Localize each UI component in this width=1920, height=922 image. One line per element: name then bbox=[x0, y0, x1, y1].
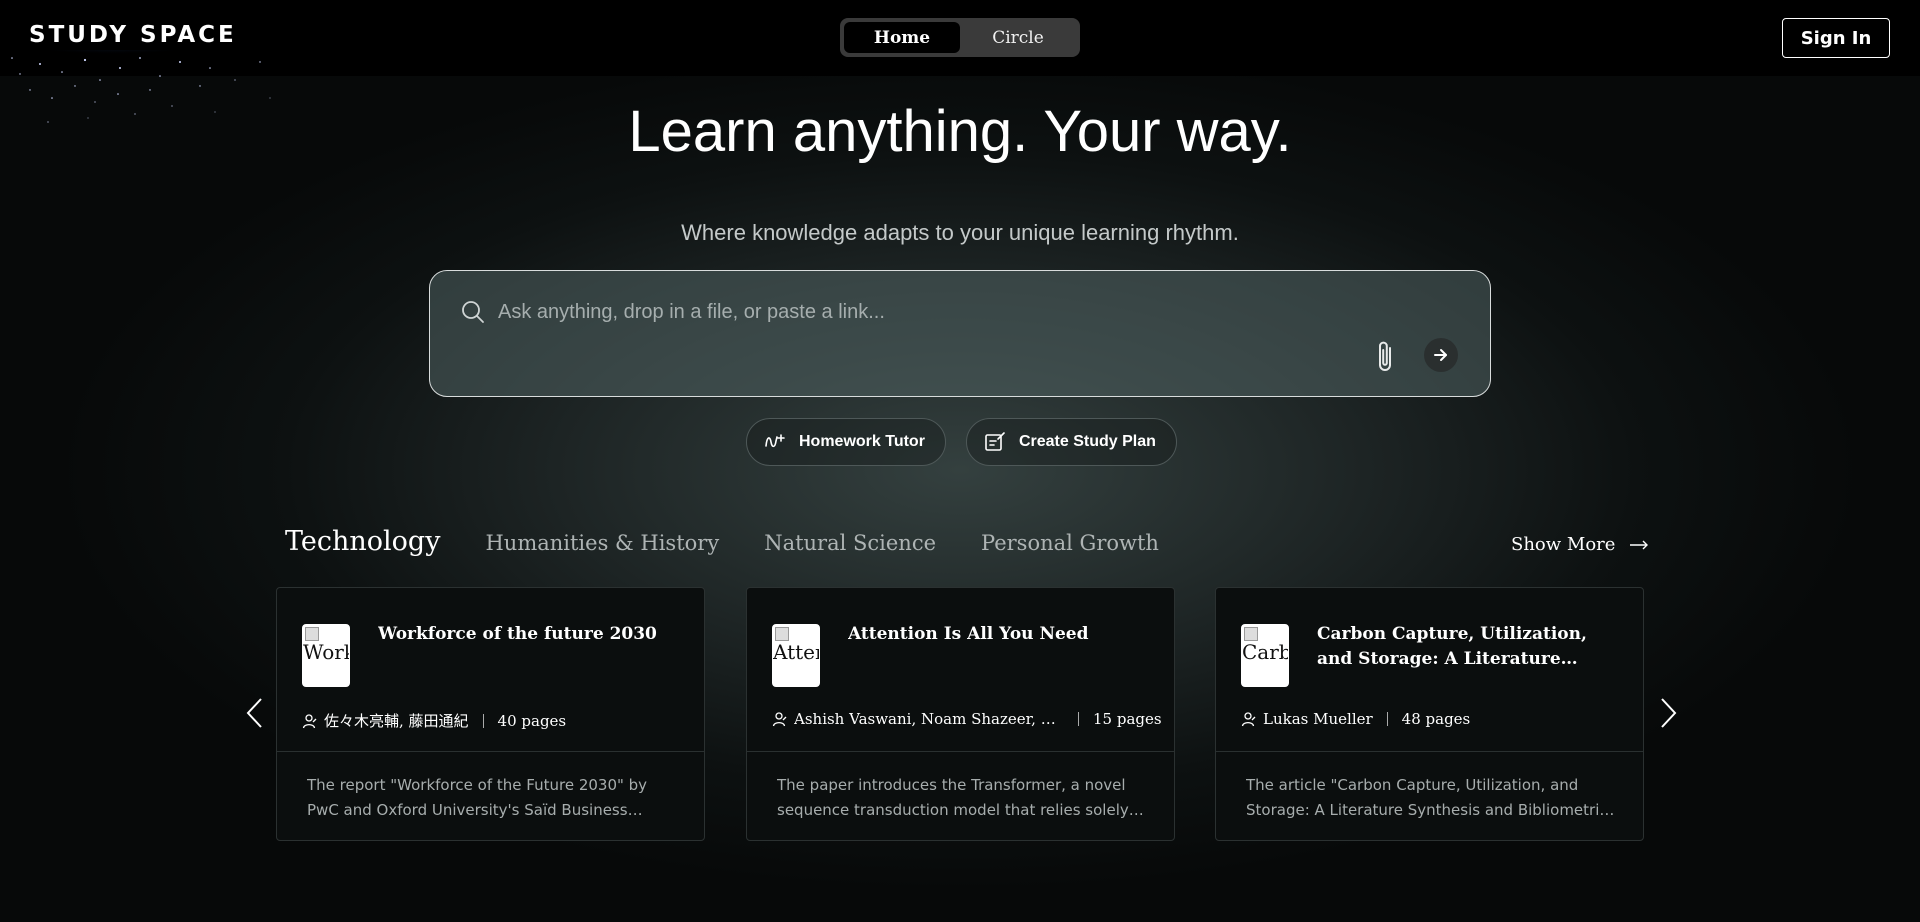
card-title[interactable]: Attention Is All You Need bbox=[848, 622, 1148, 647]
card-thumbnail: Carbon bbox=[1241, 624, 1289, 687]
carousel-prev-button[interactable] bbox=[243, 695, 267, 731]
broken-image-icon bbox=[1244, 627, 1258, 641]
author-icon bbox=[302, 713, 317, 728]
card-author: Lukas Mueller bbox=[1263, 710, 1373, 728]
card-pages: 15 pages bbox=[1093, 710, 1162, 728]
paperclip-icon[interactable] bbox=[1370, 339, 1402, 375]
show-more-label: Show More bbox=[1511, 534, 1616, 555]
hero-title: Learn anything. Your way. bbox=[628, 99, 1292, 164]
author-icon bbox=[772, 712, 787, 727]
send-button[interactable] bbox=[1424, 338, 1458, 372]
card-description: The report "Workforce of the Future 2030… bbox=[307, 776, 648, 819]
card-thumbnail: Attention bbox=[772, 624, 820, 687]
card-title[interactable]: Carbon Capture, Utilization, and Storage… bbox=[1317, 622, 1617, 672]
tab-humanities-history[interactable]: Humanities & History bbox=[485, 531, 719, 555]
logo[interactable]: STUDY SPACE bbox=[29, 22, 237, 48]
card-thumbnail: Workforce bbox=[302, 624, 350, 687]
sign-in-button[interactable]: Sign In bbox=[1782, 18, 1890, 58]
create-study-plan-label: Create Study Plan bbox=[1018, 433, 1156, 450]
card-author: Ashish Vaswani, Noam Shazeer, Nik... bbox=[794, 710, 1064, 728]
card-thumbnail-alt: Attention bbox=[773, 640, 819, 664]
card-description: The article "Carbon Capture, Utilization… bbox=[1246, 776, 1608, 819]
search-icon bbox=[462, 301, 484, 323]
search-input[interactable] bbox=[498, 295, 1398, 329]
create-study-plan-button[interactable]: Create Study Plan bbox=[965, 418, 1177, 466]
search-box[interactable] bbox=[429, 270, 1491, 397]
document-card[interactable]: Attention Attention Is All You Need Ashi… bbox=[746, 587, 1175, 841]
broken-image-icon bbox=[305, 627, 319, 641]
document-card[interactable]: Workforce Workforce of the future 2030 佐… bbox=[276, 587, 705, 841]
document-card[interactable]: Carbon Carbon Capture, Utilization, and … bbox=[1215, 587, 1644, 841]
meta-separator bbox=[1078, 712, 1079, 726]
card-divider bbox=[1216, 751, 1643, 752]
quick-actions: Homework Tutor Create Study Plan bbox=[746, 418, 1177, 466]
meta-separator bbox=[482, 713, 484, 728]
card-divider bbox=[747, 751, 1174, 752]
card-pages: 40 pages bbox=[497, 711, 567, 730]
card-meta: Lukas Mueller 48 pages bbox=[1241, 710, 1631, 728]
tutor-icon bbox=[765, 434, 785, 448]
card-title[interactable]: Workforce of the future 2030 bbox=[378, 622, 678, 647]
arrow-right-icon bbox=[1434, 349, 1447, 361]
card-divider bbox=[277, 751, 704, 752]
homework-tutor-label: Homework Tutor bbox=[799, 433, 925, 450]
meta-separator bbox=[1386, 712, 1388, 726]
hero-subtitle: Where knowledge adapts to your unique le… bbox=[681, 220, 1239, 245]
card-author: 佐々木亮輔, 藤田通紀 bbox=[324, 712, 469, 730]
nav-tab-home[interactable]: Home bbox=[844, 22, 960, 53]
card-description: The paper introduces the Transformer, a … bbox=[777, 776, 1129, 819]
category-tabs: Technology Humanities & History Natural … bbox=[285, 526, 1159, 557]
card-meta: Ashish Vaswani, Noam Shazeer, Nik... 15 … bbox=[772, 710, 1162, 728]
carousel-next-button[interactable] bbox=[1656, 695, 1680, 731]
tab-natural-science[interactable]: Natural Science bbox=[764, 531, 936, 555]
tab-personal-growth[interactable]: Personal Growth bbox=[981, 531, 1159, 555]
tab-technology[interactable]: Technology bbox=[285, 526, 440, 557]
nav-toggle: Home Circle bbox=[840, 18, 1080, 57]
show-more-link[interactable]: Show More bbox=[1511, 534, 1649, 555]
card-meta: 佐々木亮輔, 藤田通紀 40 pages bbox=[302, 710, 692, 731]
top-bar: STUDY SPACE Home Circle Sign In bbox=[0, 0, 1920, 76]
card-thumbnail-alt: Carbon bbox=[1242, 640, 1288, 664]
card-thumbnail-alt: Workforce bbox=[303, 640, 349, 664]
card-pages: 48 pages bbox=[1401, 710, 1471, 728]
author-icon bbox=[1241, 712, 1256, 727]
homework-tutor-button[interactable]: Homework Tutor bbox=[746, 418, 946, 466]
broken-image-icon bbox=[775, 627, 789, 641]
long-arrow-right-icon bbox=[1630, 540, 1649, 549]
plan-icon bbox=[985, 432, 1005, 451]
nav-tab-circle[interactable]: Circle bbox=[960, 22, 1076, 53]
